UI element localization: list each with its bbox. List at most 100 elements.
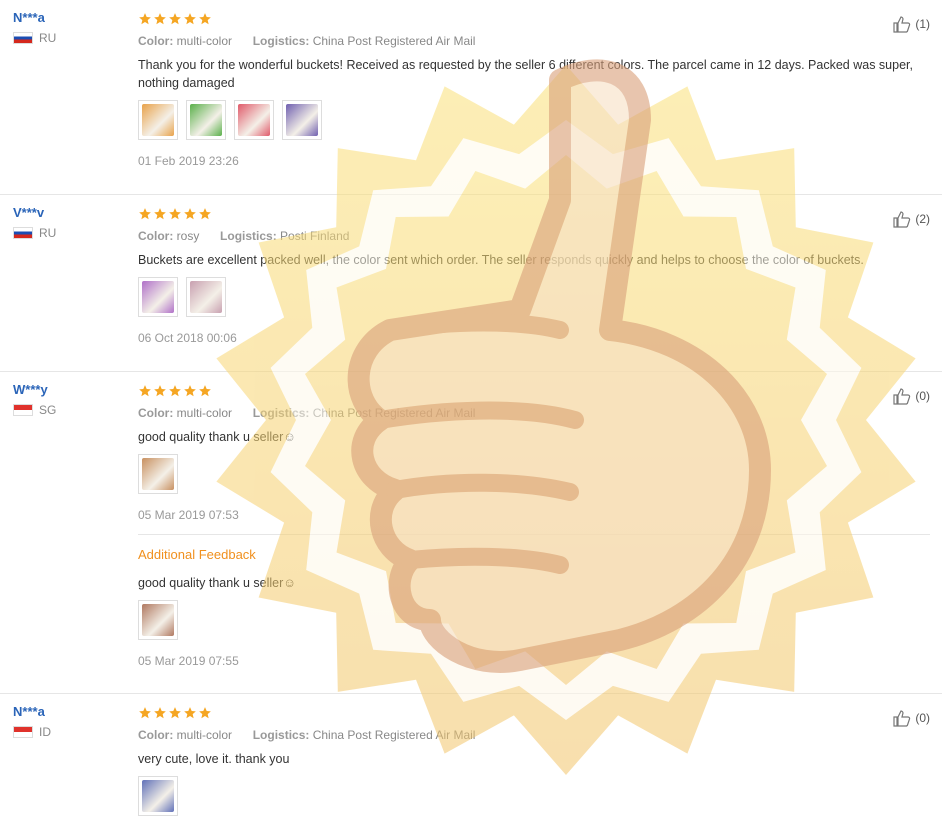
review-photo-thumbnail[interactable] bbox=[138, 100, 178, 140]
thumbs-up-icon bbox=[893, 710, 911, 727]
additional-feedback: Additional Feedback good quality thank u… bbox=[138, 534, 930, 668]
star-icon bbox=[138, 706, 152, 720]
star-icon bbox=[138, 384, 152, 398]
country-code: RU bbox=[39, 226, 57, 240]
star-icon bbox=[153, 384, 167, 398]
review-item: W***y SG Color: multi-color Logistics: C… bbox=[0, 372, 942, 694]
reviewer-info: N***a ID bbox=[13, 704, 123, 739]
country-code: SG bbox=[39, 403, 57, 417]
helpful-button[interactable]: (0) bbox=[892, 708, 930, 728]
country-code: RU bbox=[39, 31, 57, 45]
star-icon bbox=[168, 12, 182, 26]
color-label: Color: bbox=[138, 406, 174, 420]
feedback-list: N***a RU Color: multi-color Logistics: C… bbox=[0, 0, 942, 834]
star-rating bbox=[138, 205, 930, 223]
star-icon bbox=[198, 706, 212, 720]
star-rating bbox=[138, 10, 930, 28]
star-icon bbox=[138, 12, 152, 26]
review-content: Color: multi-color Logistics: China Post… bbox=[138, 694, 942, 828]
reviewer-country: ID bbox=[13, 725, 123, 739]
reviewer-info: V***v RU bbox=[13, 205, 123, 240]
flag-icon bbox=[13, 227, 33, 239]
logistics-label: Logistics: bbox=[220, 229, 277, 243]
color-value: multi-color bbox=[176, 406, 233, 420]
star-icon bbox=[138, 207, 152, 221]
reviewer-country: RU bbox=[13, 31, 123, 45]
star-icon bbox=[183, 12, 197, 26]
review-meta: Color: multi-color Logistics: China Post… bbox=[138, 34, 930, 48]
review-content: Color: multi-color Logistics: China Post… bbox=[138, 0, 942, 180]
star-icon bbox=[168, 384, 182, 398]
reviewer-info: N***a RU bbox=[13, 10, 123, 45]
reviewer-country: SG bbox=[13, 403, 123, 417]
color-label: Color: bbox=[138, 34, 174, 48]
star-icon bbox=[153, 706, 167, 720]
review-photo-thumbnail[interactable] bbox=[186, 277, 226, 317]
logistics-label: Logistics: bbox=[252, 406, 310, 420]
review-photos bbox=[138, 100, 930, 140]
country-code: ID bbox=[39, 725, 51, 739]
reviewer-name[interactable]: W***y bbox=[13, 382, 123, 397]
review-photo-thumbnail[interactable] bbox=[138, 776, 178, 816]
star-icon bbox=[183, 706, 197, 720]
review-date: 05 Mar 2019 07:53 bbox=[138, 508, 239, 522]
helpful-button[interactable]: (1) bbox=[892, 14, 930, 34]
review-meta: Color: multi-color Logistics: China Post… bbox=[138, 728, 930, 742]
reviewer-country: RU bbox=[13, 226, 123, 240]
additional-feedback-text: good quality thank u seller☺ bbox=[138, 576, 296, 590]
review-photo-thumbnail[interactable] bbox=[138, 454, 178, 494]
review-photo-thumbnail[interactable] bbox=[282, 100, 322, 140]
logistics-value: China Post Registered Air Mail bbox=[312, 34, 476, 48]
review-text: good quality thank u seller☺ bbox=[138, 430, 296, 444]
review-content: Color: multi-color Logistics: China Post… bbox=[138, 372, 942, 680]
review-photo-thumbnail[interactable] bbox=[186, 100, 226, 140]
review-item: N***a RU Color: multi-color Logistics: C… bbox=[0, 0, 942, 195]
review-photos bbox=[138, 454, 930, 494]
star-rating bbox=[138, 704, 930, 722]
star-icon bbox=[183, 207, 197, 221]
logistics-label: Logistics: bbox=[252, 34, 310, 48]
review-photos bbox=[138, 776, 930, 816]
logistics-value: China Post Registered Air Mail bbox=[312, 406, 476, 420]
star-icon bbox=[198, 12, 212, 26]
color-value: multi-color bbox=[176, 34, 233, 48]
color-label: Color: bbox=[138, 229, 174, 243]
color-value: multi-color bbox=[176, 728, 233, 742]
thumbs-up-icon bbox=[893, 211, 911, 228]
reviewer-info: W***y SG bbox=[13, 382, 123, 417]
color-label: Color: bbox=[138, 728, 174, 742]
review-photo-thumbnail[interactable] bbox=[234, 100, 274, 140]
reviewer-name[interactable]: V***v bbox=[13, 205, 123, 220]
review-meta: Color: multi-color Logistics: China Post… bbox=[138, 406, 930, 420]
star-icon bbox=[168, 207, 182, 221]
helpful-count: (0) bbox=[915, 711, 930, 725]
review-photo-thumbnail[interactable] bbox=[138, 277, 178, 317]
review-photos bbox=[138, 277, 930, 317]
review-item: V***v RU Color: rosy Logistics: Posti Fi… bbox=[0, 195, 942, 372]
review-item: N***a ID Color: multi-color Logistics: C… bbox=[0, 694, 942, 834]
flag-icon bbox=[13, 32, 33, 44]
star-icon bbox=[153, 207, 167, 221]
review-content: Color: rosy Logistics: Posti Finland Buc… bbox=[138, 195, 942, 357]
color-value: rosy bbox=[176, 229, 200, 243]
flag-icon bbox=[13, 726, 33, 738]
helpful-button[interactable]: (2) bbox=[892, 209, 930, 229]
review-meta: Color: rosy Logistics: Posti Finland bbox=[138, 229, 930, 243]
additional-feedback-date: 05 Mar 2019 07:55 bbox=[138, 654, 239, 668]
review-date: 01 Feb 2019 23:26 bbox=[138, 154, 239, 168]
review-text: very cute, love it. thank you bbox=[138, 752, 290, 766]
additional-feedback-photos bbox=[138, 600, 930, 640]
thumbs-up-icon bbox=[893, 388, 911, 405]
review-photo-thumbnail[interactable] bbox=[138, 600, 178, 640]
logistics-label: Logistics: bbox=[252, 728, 310, 742]
reviewer-name[interactable]: N***a bbox=[13, 704, 123, 719]
logistics-value: Posti Finland bbox=[280, 229, 350, 243]
reviewer-name[interactable]: N***a bbox=[13, 10, 123, 25]
star-icon bbox=[198, 384, 212, 398]
helpful-count: (2) bbox=[915, 212, 930, 226]
logistics-value: China Post Registered Air Mail bbox=[312, 728, 476, 742]
helpful-count: (0) bbox=[915, 389, 930, 403]
star-rating bbox=[138, 382, 930, 400]
star-icon bbox=[168, 706, 182, 720]
helpful-button[interactable]: (0) bbox=[892, 386, 930, 406]
